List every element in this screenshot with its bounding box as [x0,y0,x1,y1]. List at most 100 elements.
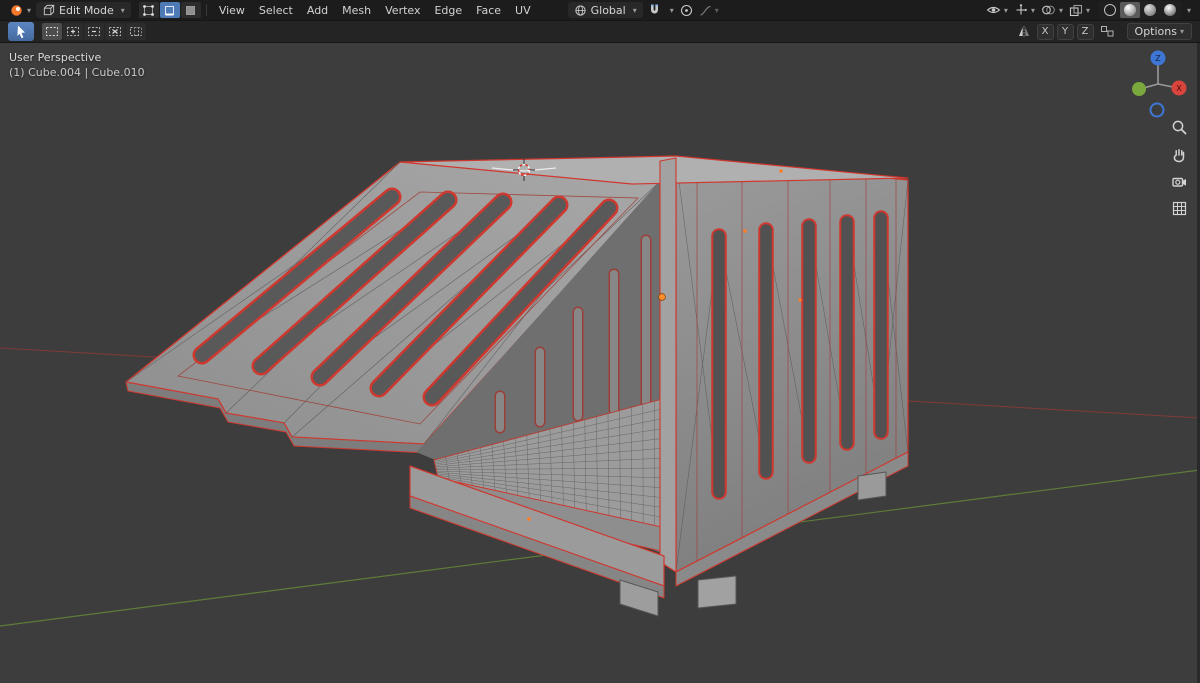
foot [857,471,887,501]
orientation-label: Global [590,3,626,17]
proportional-editing-button[interactable] [677,1,696,19]
snap-grid-icon [1100,26,1114,37]
camera-icon [1172,177,1186,187]
select-subtract-button[interactable] [84,23,104,40]
camera-view-button[interactable] [1168,170,1191,193]
hand-icon [1173,149,1185,163]
zoom-button[interactable] [1168,116,1191,139]
snap-settings-dropdown[interactable] [664,1,677,19]
grid-icon [1172,201,1187,216]
magnifier-icon [1172,120,1187,135]
options-dropdown[interactable]: Options [1126,23,1192,40]
object-info-label: (1) Cube.004 | Cube.010 [9,66,145,79]
object-origin-dot [658,293,666,301]
select-intersect-icon [130,27,142,36]
separator [205,4,207,16]
select-invert-button[interactable] [105,23,125,40]
viewport-controls-group [983,1,1194,19]
menu-select[interactable]: Select [252,4,300,17]
transform-settings-group: Global [566,1,722,19]
mode-selector[interactable]: Edit Mode [36,2,131,18]
overlays-dropdown[interactable] [1038,1,1066,19]
menu-mesh[interactable]: Mesh [335,4,378,17]
edge-select-icon [165,5,175,15]
editor-header: Edit Mode View Select Add Mesh Vertex [0,0,1200,20]
menu-view[interactable]: View [212,4,252,17]
object-visibility-dropdown[interactable] [983,1,1011,19]
gizmo-z-label: Z [1155,54,1161,63]
shading-mode-group [1098,1,1181,19]
pan-button[interactable] [1168,143,1191,166]
menu-vertex[interactable]: Vertex [378,4,427,17]
wireframe-sphere-icon [1103,4,1116,16]
edge-select-mode-button[interactable] [159,2,180,18]
xray-toggle-button[interactable] [1066,1,1093,19]
magnet-icon [650,4,658,14]
transform-orientation-dropdown[interactable]: Global [567,2,643,18]
vertex-select-mode-button[interactable] [138,2,159,18]
select-mode-group [138,2,201,18]
eye-icon [986,6,1001,14]
mirror-icon [1018,26,1029,37]
tool-options-group: X Y Z Options [1014,23,1192,41]
edit-mode-icon [43,4,55,15]
shading-wireframe-button[interactable] [1100,2,1120,18]
mirror-z-button[interactable]: Z [1076,23,1094,40]
proportional-falloff-dropdown[interactable] [696,1,722,19]
viewport-canvas[interactable] [0,0,1200,683]
menu-face[interactable]: Face [469,4,508,17]
gizmo-x-label: X [1176,84,1182,93]
right-face [675,157,909,573]
vertex-select-icon [143,4,155,16]
mirror-y-button[interactable]: Y [1056,23,1074,40]
navigation-gizmo[interactable]: Z X [1120,44,1194,122]
blender-logo-icon [11,4,22,16]
editor-type-dropdown[interactable] [6,1,34,19]
select-extend-icon [67,27,79,36]
select-intersect-button[interactable] [126,23,146,40]
overlays-icon [1042,5,1055,15]
transform-snap-widget[interactable] [1097,23,1118,41]
material-sphere-icon [1143,4,1156,16]
face-select-mode-button[interactable] [180,2,201,18]
gizmos-dropdown[interactable] [1011,1,1038,19]
gizmo-axis-y[interactable] [1132,82,1146,96]
falloff-curve-icon [700,5,711,16]
menu-add[interactable]: Add [300,4,335,17]
front-post [659,157,677,573]
xray-icon [1069,4,1083,16]
mode-label: Edit Mode [59,3,114,17]
select-subtract-icon [88,27,100,36]
active-tool-button[interactable] [8,22,34,41]
menu-bar: View Select Add Mesh Vertex Edge Face UV [212,4,538,17]
gizmo-arrows-icon [1016,3,1028,15]
select-extend-button[interactable] [63,23,83,40]
shading-material-button[interactable] [1140,2,1160,18]
select-invert-icon [109,27,121,36]
select-new-icon [46,27,58,36]
proportional-circle-icon [680,4,692,16]
viewport-3d[interactable]: User Perspective (1) Cube.004 | Cube.010… [0,0,1200,683]
orientation-globe-icon [574,4,586,16]
face-select-icon [186,5,196,15]
ortho-toggle-button[interactable] [1168,197,1191,220]
shading-solid-button[interactable] [1119,2,1140,18]
perspective-label: User Perspective [9,51,102,64]
tool-settings-header: X Y Z Options [0,20,1200,43]
select-set-button[interactable] [42,23,62,40]
select-cursor-icon [17,25,25,39]
solid-sphere-icon [1123,4,1136,16]
options-label: Options [1134,25,1177,38]
viewport-info-text: User Perspective (1) Cube.004 | Cube.010 [9,50,145,80]
menu-edge[interactable]: Edge [427,4,469,17]
gizmo-axis-z-neg[interactable] [1149,102,1165,118]
mirror-x-button[interactable]: X [1036,23,1054,40]
shading-rendered-button[interactable] [1160,2,1180,18]
foot [697,575,737,609]
menu-uv[interactable]: UV [508,4,538,17]
mirror-axes-icon [1014,23,1034,41]
rendered-sphere-icon [1163,4,1176,16]
snap-toggle-button[interactable] [645,1,664,19]
shading-settings-dropdown[interactable] [1181,1,1194,19]
selection-op-group [42,23,146,40]
